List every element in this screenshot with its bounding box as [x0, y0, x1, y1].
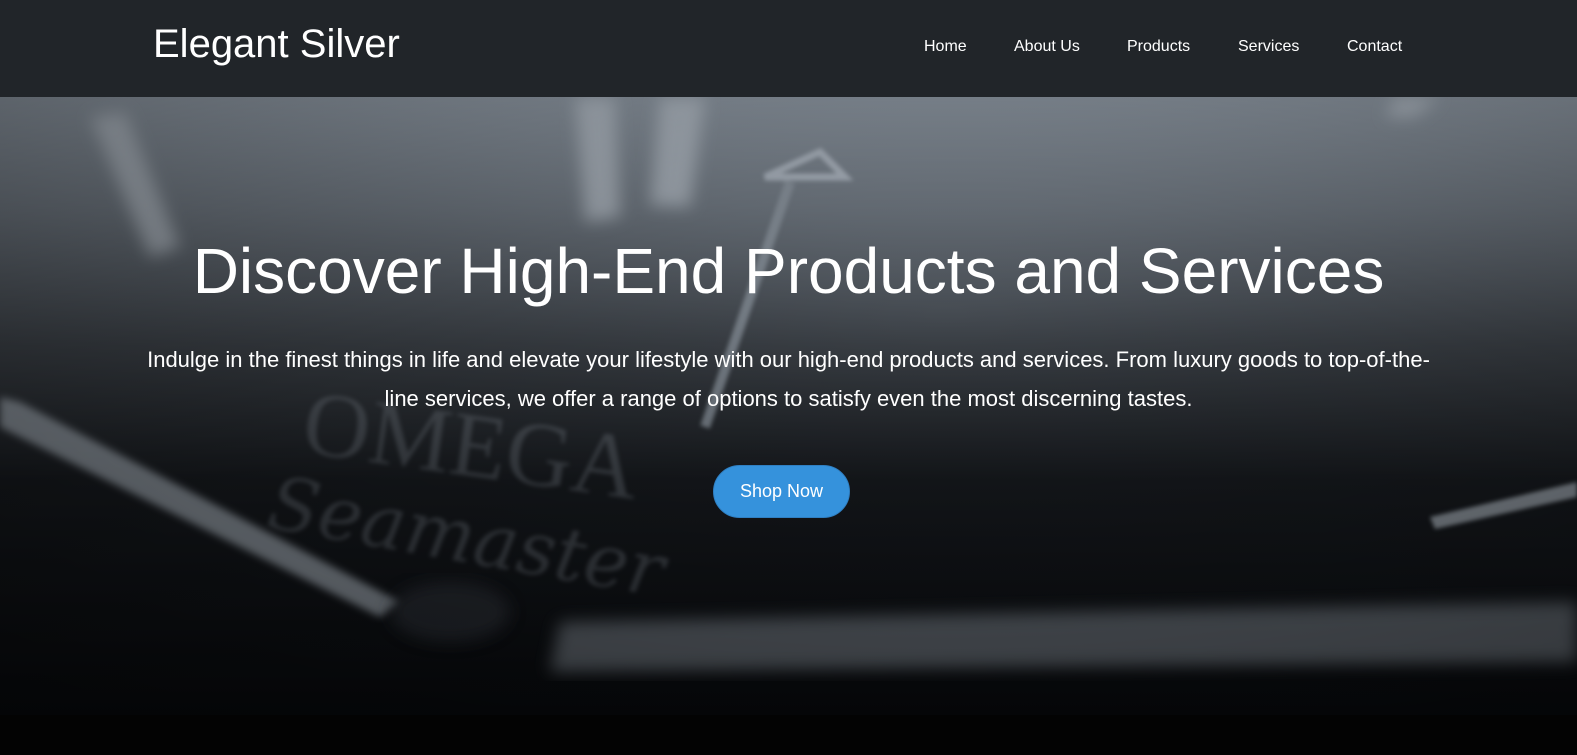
page-bottom-band: [0, 715, 1577, 755]
hero-description: Indulge in the finest things in life and…: [147, 347, 1430, 411]
hero-section: OMEGA Seamaster Discover High-End Produc…: [0, 97, 1577, 715]
navbar: Elegant Silver Home About Us Products Se…: [0, 0, 1577, 97]
shop-now-button[interactable]: Shop Now: [713, 465, 850, 518]
nav-menu: Home About Us Products Services Contact: [0, 37, 1577, 59]
nav-link-products[interactable]: Products: [1127, 37, 1190, 57]
nav-link-home[interactable]: Home: [924, 37, 967, 57]
nav-link-about-us[interactable]: About Us: [1014, 37, 1080, 57]
hero-title: Discover High-End Products and Services: [192, 235, 1385, 307]
nav-link-contact[interactable]: Contact: [1347, 37, 1402, 57]
nav-link-services[interactable]: Services: [1238, 37, 1299, 57]
